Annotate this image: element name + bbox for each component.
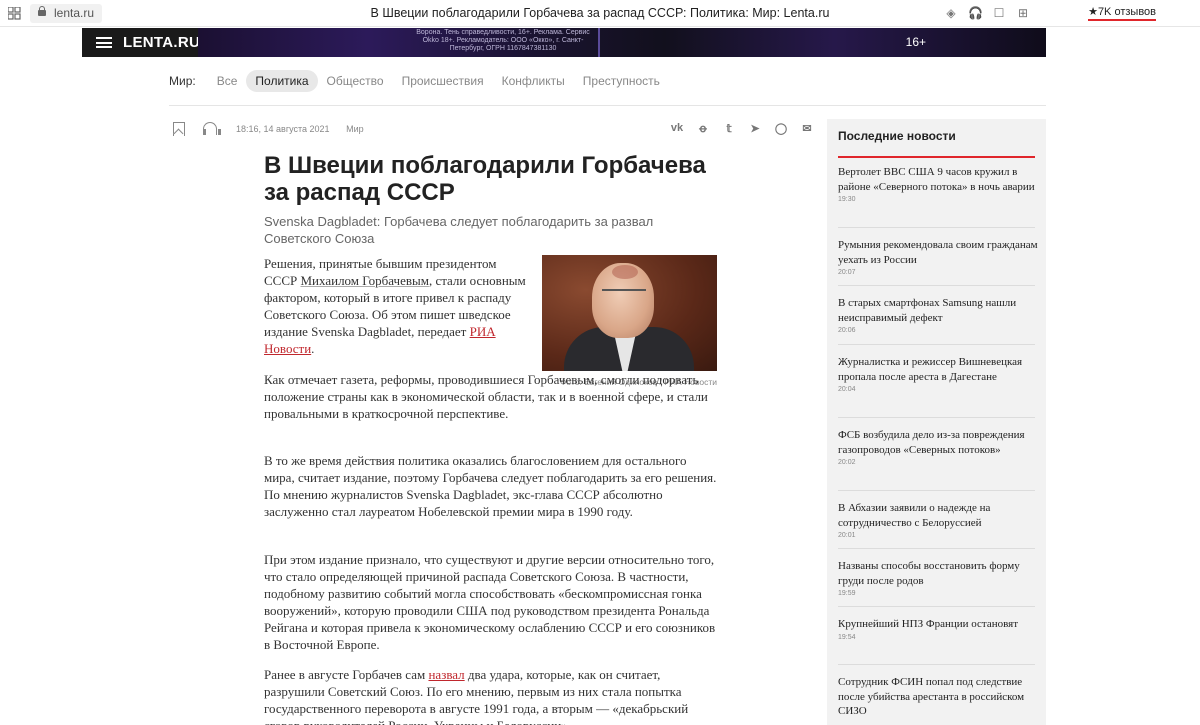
nav-divider bbox=[169, 105, 1046, 106]
news-item-time: 20:01 bbox=[838, 532, 856, 539]
email-icon[interactable]: ✉ bbox=[800, 122, 814, 135]
article-paragraph-2: Как отмечает газета, реформы, проводивши… bbox=[264, 372, 708, 421]
sidebar-title: Последние новости bbox=[838, 129, 956, 143]
sidebar-accent-line bbox=[838, 156, 1035, 158]
news-separator bbox=[838, 606, 1035, 607]
news-item-time: 20:02 bbox=[838, 459, 856, 466]
ad-disclaimer: Ворона. Тень справедливости, 16+. Реклам… bbox=[416, 29, 590, 52]
nav-item-incidents[interactable]: Происшествия bbox=[393, 70, 493, 92]
article-paragraph-5: Ранее в августе Горбачев сам назвал два … bbox=[264, 667, 689, 725]
news-separator bbox=[838, 227, 1035, 228]
news-item-title[interactable]: Вертолет ВВС США 9 часов кружил в районе… bbox=[838, 165, 1038, 194]
whatsapp-icon[interactable]: ◯ bbox=[774, 122, 788, 135]
news-separator bbox=[838, 490, 1035, 491]
article-lead: Svenska Dagbladet: Горбачева следует поб… bbox=[264, 214, 654, 246]
nav-item-politics[interactable]: Политика bbox=[246, 70, 318, 92]
news-item-time: 19:30 bbox=[838, 196, 856, 203]
article-paragraph-4: При этом издание признало, что существую… bbox=[264, 552, 716, 652]
latest-news-sidebar: Последние новости Вертолет ВВС США 9 час… bbox=[827, 119, 1046, 725]
bookmark-icon[interactable] bbox=[172, 122, 186, 136]
news-item-time: 20:07 bbox=[838, 269, 856, 276]
nav-item-conflicts[interactable]: Конфликты bbox=[493, 70, 574, 92]
banner-divider bbox=[598, 28, 600, 57]
news-item-title[interactable]: Названы способы восстановить форму груди… bbox=[838, 559, 1038, 588]
site-header: LENTA.RU Ворона. Тень справедливости, 16… bbox=[82, 28, 1046, 57]
news-separator bbox=[838, 285, 1035, 286]
named-link[interactable]: назвал bbox=[428, 667, 464, 682]
headphones-icon[interactable] bbox=[203, 122, 221, 136]
browser-tools: ◈ 🎧 ☐ ⊞ bbox=[944, 6, 1030, 20]
listen-icon[interactable]: 🎧 bbox=[968, 6, 983, 20]
news-item-title[interactable]: В Абхазии заявили о надежде на сотруднич… bbox=[838, 501, 1038, 530]
news-item-title[interactable]: Румыния рекомендовала своим гражданам уе… bbox=[838, 238, 1038, 267]
extensions-icon[interactable]: ⊞ bbox=[1016, 6, 1030, 20]
browser-toolbar: lenta.ru В Швеции поблагодарили Горбачев… bbox=[0, 0, 1200, 27]
bookmark-icon[interactable]: ☐ bbox=[992, 6, 1006, 20]
telegram-icon[interactable]: ➤ bbox=[748, 122, 762, 135]
nav-item-all[interactable]: Все bbox=[208, 70, 247, 92]
news-item[interactable]: Вертолет ВВС США 9 часов кружил в районе… bbox=[838, 165, 1038, 203]
news-item-time: 20:06 bbox=[838, 327, 856, 334]
news-item-time: 19:59 bbox=[838, 590, 856, 597]
article-photo[interactable] bbox=[542, 255, 717, 371]
article-datetime: 18:16, 14 августа 2021 bbox=[236, 124, 330, 134]
section-nav: Мир: Все Политика Общество Происшествия … bbox=[169, 70, 669, 92]
news-separator bbox=[838, 417, 1035, 418]
news-item-title[interactable]: В старых смартфонах Samsung нашли неиспр… bbox=[838, 296, 1038, 325]
menu-icon[interactable] bbox=[96, 37, 112, 48]
share-bar: vk ꝋ 𝕥 ➤ ◯ ✉ bbox=[670, 122, 814, 135]
news-item-time: 20:04 bbox=[838, 386, 856, 393]
news-item[interactable]: В старых смартфонах Samsung нашли неиспр… bbox=[838, 296, 1038, 334]
news-item-title[interactable]: Сотрудник ФСИН попал под следствие после… bbox=[838, 675, 1038, 719]
site-logo[interactable]: LENTA.RU bbox=[123, 34, 200, 51]
news-item[interactable]: Журналистка и режиссер Вишневецкая пропа… bbox=[838, 355, 1038, 393]
nav-item-society[interactable]: Общество bbox=[318, 70, 393, 92]
nav-item-crime[interactable]: Преступность bbox=[574, 70, 669, 92]
news-item[interactable]: Крупнейший НПЗ Франции остановят 19:54 bbox=[838, 617, 1038, 641]
reviews-badge[interactable]: ★7K отзывов bbox=[1088, 5, 1156, 21]
news-item[interactable]: Названы способы восстановить форму груди… bbox=[838, 559, 1038, 597]
news-item-title[interactable]: Журналистка и режиссер Вишневецкая пропа… bbox=[838, 355, 1038, 384]
odnoklassniki-icon[interactable]: ꝋ bbox=[696, 122, 710, 135]
section-label: Мир: bbox=[169, 74, 196, 88]
vk-icon[interactable]: vk bbox=[670, 122, 684, 135]
news-item[interactable]: В Абхазии заявили о надежде на сотруднич… bbox=[838, 501, 1038, 539]
news-item[interactable]: Румыния рекомендовала своим гражданам уе… bbox=[838, 238, 1038, 276]
twitter-icon[interactable]: 𝕥 bbox=[722, 122, 736, 135]
article-rubric[interactable]: Мир bbox=[346, 124, 364, 134]
ad-banner[interactable]: Ворона. Тень справедливости, 16+. Реклам… bbox=[198, 28, 1046, 57]
news-item[interactable]: Сотрудник ФСИН попал под следствие после… bbox=[838, 675, 1038, 721]
news-separator bbox=[838, 664, 1035, 665]
news-item-time: 19:54 bbox=[838, 633, 856, 641]
news-separator bbox=[838, 548, 1035, 549]
article-meta: 18:16, 14 августа 2021 Мир bbox=[236, 124, 364, 134]
reader-mode-icon[interactable]: ◈ bbox=[944, 6, 958, 20]
gorbachev-link[interactable]: Михаилом Горбачевым bbox=[301, 273, 429, 288]
news-item-title[interactable]: ФСБ возбудила дело из-за повреждения газ… bbox=[838, 428, 1038, 457]
article-title: В Швеции поблагодарили Горбачева за расп… bbox=[264, 152, 706, 206]
news-item-title[interactable]: Крупнейший НПЗ Франции остановят bbox=[838, 617, 1038, 632]
article-paragraph-3: В то же время действия политика оказалис… bbox=[264, 453, 717, 519]
article-paragraph-1: Решения, принятые бывшим президентом ССС… bbox=[264, 256, 526, 356]
news-separator bbox=[838, 344, 1035, 345]
age-rating: 16+ bbox=[905, 35, 926, 49]
news-item[interactable]: ФСБ возбудила дело из-за повреждения газ… bbox=[838, 428, 1038, 466]
